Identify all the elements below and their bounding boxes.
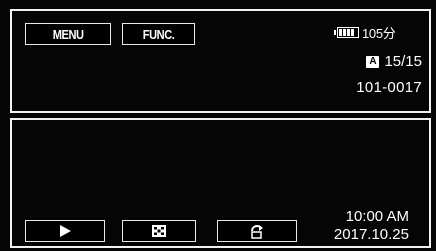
folder-file-number: 101-0017 xyxy=(356,79,422,96)
menu-button-label: MENU xyxy=(52,26,84,42)
return-arrow-icon xyxy=(251,225,263,239)
index-button[interactable] xyxy=(122,220,196,242)
return-button[interactable] xyxy=(217,220,297,242)
play-button[interactable] xyxy=(25,220,105,242)
time-display: 10:00 AM xyxy=(345,208,409,225)
battery-status: 105分 xyxy=(334,23,396,42)
camera-lcd-screen: MENU FUNC. 105分 A 15/15 101-0017 10:00 A… xyxy=(0,0,436,251)
play-icon xyxy=(60,225,71,237)
file-counter: A 15/15 xyxy=(366,53,422,70)
date-display: 2017.10.25 xyxy=(333,226,409,243)
battery-remaining-time: 105分 xyxy=(362,26,396,41)
card-badge: A xyxy=(366,55,380,68)
battery-full-icon xyxy=(334,27,359,38)
func-button[interactable]: FUNC. xyxy=(122,23,195,45)
menu-button[interactable]: MENU xyxy=(25,23,111,45)
func-button-label: FUNC. xyxy=(142,26,175,42)
file-counter-text: 15/15 xyxy=(384,53,422,70)
index-grid-icon xyxy=(152,225,166,237)
